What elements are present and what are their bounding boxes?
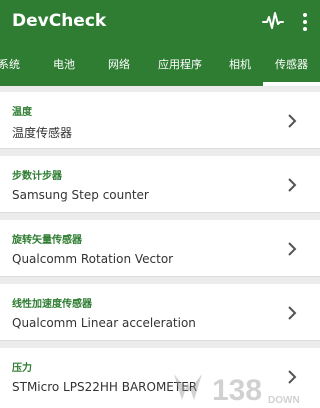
sensor-value: Qualcomm Linear acceleration xyxy=(12,316,196,330)
watermark-logo: 138 DOWN xyxy=(174,374,300,407)
sensor-title: 旋转矢量传感器 xyxy=(12,235,82,246)
pulse-icon[interactable] xyxy=(262,10,284,32)
tab-battery[interactable]: 电池 xyxy=(53,56,75,72)
sensor-card-rotation-vector[interactable]: 旋转矢量传感器 Qualcomm Rotation Vector xyxy=(0,220,320,277)
app-title: DevCheck xyxy=(12,11,107,31)
sensor-value: Qualcomm Rotation Vector xyxy=(12,252,174,266)
sensor-title: 温度 xyxy=(12,107,32,118)
more-vertical-icon[interactable] xyxy=(302,12,308,32)
sensor-title: 线性加速度传感器 xyxy=(12,299,92,310)
tab-camera[interactable]: 相机 xyxy=(229,56,251,72)
tab-system[interactable]: 系统 xyxy=(0,56,20,72)
sensor-title: 步数计步器 xyxy=(12,171,62,182)
app-bar: DevCheck xyxy=(0,0,320,44)
chevron-right-icon xyxy=(288,114,297,128)
tab-sensors[interactable]: 传感器 xyxy=(275,56,308,72)
sensor-card-temperature[interactable]: 温度 温度传感器 xyxy=(0,92,320,149)
sensor-value: 温度传感器 xyxy=(12,126,73,140)
tab-apps[interactable]: 应用程序 xyxy=(158,56,202,72)
sensor-card-step-counter[interactable]: 步数计步器 Samsung Step counter xyxy=(0,156,320,213)
tab-bar: 系统 电池 网络 应用程序 相机 传感器 xyxy=(0,44,320,86)
svg-text:DOWN: DOWN xyxy=(268,395,300,406)
chevron-right-icon xyxy=(288,178,297,192)
chevron-right-icon xyxy=(288,242,297,256)
sensor-title: 压力 xyxy=(12,363,32,374)
tab-indicator xyxy=(263,82,320,86)
tab-network[interactable]: 网络 xyxy=(108,56,130,72)
sensor-card-linear-acceleration[interactable]: 线性加速度传感器 Qualcomm Linear acceleration xyxy=(0,284,320,341)
chevron-right-icon xyxy=(288,306,297,320)
svg-text:138: 138 xyxy=(212,374,262,407)
sensor-value: Samsung Step counter xyxy=(12,188,149,202)
